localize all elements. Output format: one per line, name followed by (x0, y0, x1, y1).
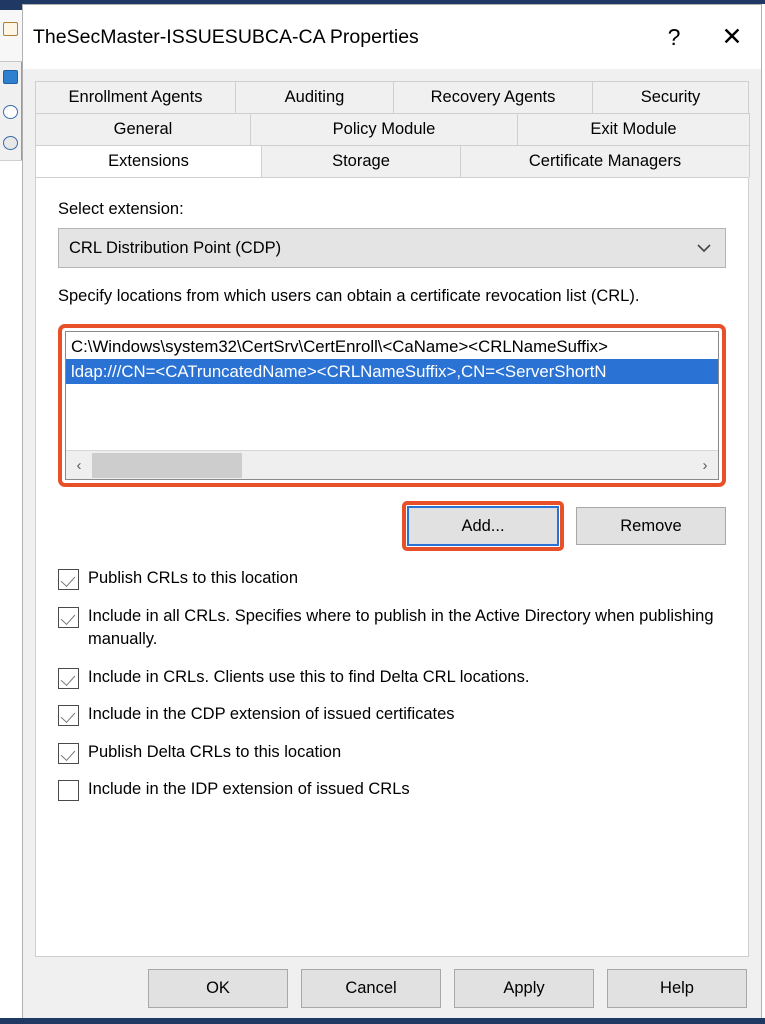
checkbox-include-all-crls[interactable]: Include in all CRLs. Specifies where to … (58, 605, 726, 652)
background-window-toolbar (0, 10, 22, 62)
locations-listbox[interactable]: C:\Windows\system32\CertSrv\CertEnroll\<… (65, 331, 719, 481)
tab-enrollment-agents[interactable]: Enrollment Agents (35, 81, 236, 113)
tab-auditing[interactable]: Auditing (235, 81, 394, 113)
close-button[interactable]: ✕ (703, 6, 761, 68)
help-footer-button[interactable]: Help (607, 968, 747, 1008)
titlebar-button-group: ? ✕ (645, 5, 761, 69)
checkbox-include-in-crls-delta[interactable]: Include in CRLs. Clients use this to fin… (58, 666, 726, 689)
extension-description: Specify locations from which users can o… (58, 287, 640, 305)
scrollbar-thumb[interactable] (92, 452, 242, 478)
add-button-annotation: Add... (402, 501, 564, 552)
tab-certificate-managers[interactable]: Certificate Managers (460, 145, 750, 177)
extension-dropdown[interactable]: CRL Distribution Point (CDP) (58, 228, 726, 268)
tab-strip: Enrollment Agents Auditing Recovery Agen… (23, 69, 761, 177)
tab-exit-module[interactable]: Exit Module (517, 113, 750, 145)
background-certificate-icon (3, 70, 18, 84)
extensions-tab-panel: Select extension: CRL Distribution Point… (35, 177, 749, 957)
tab-extensions[interactable]: Extensions (35, 145, 262, 177)
dialog-footer: OK Cancel Apply Help (23, 957, 761, 1019)
apply-button[interactable]: Apply (454, 968, 594, 1008)
checkbox-icon[interactable] (58, 606, 79, 628)
checkbox-icon[interactable] (58, 667, 79, 689)
tab-row-3: Extensions Storage Certificate Managers (35, 145, 750, 177)
close-icon: ✕ (721, 22, 743, 51)
list-item[interactable]: ldap:///CN=<CATruncatedName><CRLNameSuff… (66, 359, 718, 385)
list-item[interactable]: C:\Windows\system32\CertSrv\CertEnroll\<… (66, 334, 718, 359)
scroll-right-icon[interactable]: › (692, 450, 718, 480)
checkbox-label: Include in the CDP extension of issued c… (88, 705, 455, 724)
horizontal-scrollbar[interactable]: ‹ › (66, 450, 718, 480)
checkbox-label: Include in all CRLs. Specifies where to … (88, 606, 714, 649)
locations-listbox-annotation: C:\Windows\system32\CertSrv\CertEnroll\<… (58, 324, 726, 488)
scroll-left-icon[interactable]: ‹ (66, 450, 92, 480)
background-window-titlebar (0, 0, 22, 10)
tab-security[interactable]: Security (592, 81, 749, 113)
desktop-bottom-accent-strip (0, 1018, 765, 1024)
tab-storage[interactable]: Storage (261, 145, 461, 177)
background-refresh-icon (3, 105, 18, 119)
help-button[interactable]: ? (645, 6, 703, 68)
checkbox-icon[interactable] (58, 705, 79, 727)
ca-properties-dialog: TheSecMaster-ISSUESUBCA-CA Properties ? … (22, 4, 762, 1020)
background-search-icon (3, 136, 18, 150)
checkbox-label: Include in the IDP extension of issued C… (88, 779, 410, 798)
background-mmc-window (0, 0, 22, 1024)
checkbox-include-cdp-extension[interactable]: Include in the CDP extension of issued c… (58, 703, 726, 727)
tab-general[interactable]: General (35, 113, 251, 145)
cancel-button[interactable]: Cancel (301, 968, 441, 1008)
dialog-title: TheSecMaster-ISSUESUBCA-CA Properties (33, 25, 419, 48)
locations-listbox-items: C:\Windows\system32\CertSrv\CertEnroll\<… (66, 332, 718, 450)
question-mark-icon: ? (667, 23, 681, 50)
scrollbar-track[interactable] (92, 450, 692, 480)
checkbox-icon[interactable] (58, 779, 79, 801)
tab-row-1: Enrollment Agents Auditing Recovery Agen… (35, 81, 749, 113)
checkbox-include-idp-extension[interactable]: Include in the IDP extension of issued C… (58, 778, 726, 801)
checkbox-label: Publish Delta CRLs to this location (88, 742, 342, 761)
extension-dropdown-value: CRL Distribution Point (CDP) (69, 238, 282, 257)
location-action-buttons: Add... Remove (58, 501, 726, 552)
chevron-down-svg (697, 243, 711, 252)
tab-policy-module[interactable]: Policy Module (250, 113, 518, 145)
background-tree-pane (0, 160, 22, 1024)
select-extension-label: Select extension: (58, 200, 184, 218)
checkbox-icon[interactable] (58, 569, 79, 591)
remove-button[interactable]: Remove (576, 507, 726, 546)
tab-row-2: General Policy Module Exit Module (35, 113, 750, 145)
tab-recovery-agents[interactable]: Recovery Agents (393, 81, 593, 113)
ok-button[interactable]: OK (148, 968, 288, 1008)
checkbox-publish-delta-crls[interactable]: Publish Delta CRLs to this location (58, 741, 726, 764)
chevron-down-icon (697, 241, 715, 256)
add-button[interactable]: Add... (407, 506, 559, 547)
checkbox-icon[interactable] (58, 742, 79, 764)
dialog-titlebar: TheSecMaster-ISSUESUBCA-CA Properties ? … (23, 5, 761, 69)
checkbox-label: Include in CRLs. Clients use this to fin… (88, 667, 530, 686)
checkbox-label: Publish CRLs to this location (88, 569, 299, 588)
checkbox-publish-crls[interactable]: Publish CRLs to this location (58, 567, 726, 591)
background-folder-icon (3, 22, 18, 36)
